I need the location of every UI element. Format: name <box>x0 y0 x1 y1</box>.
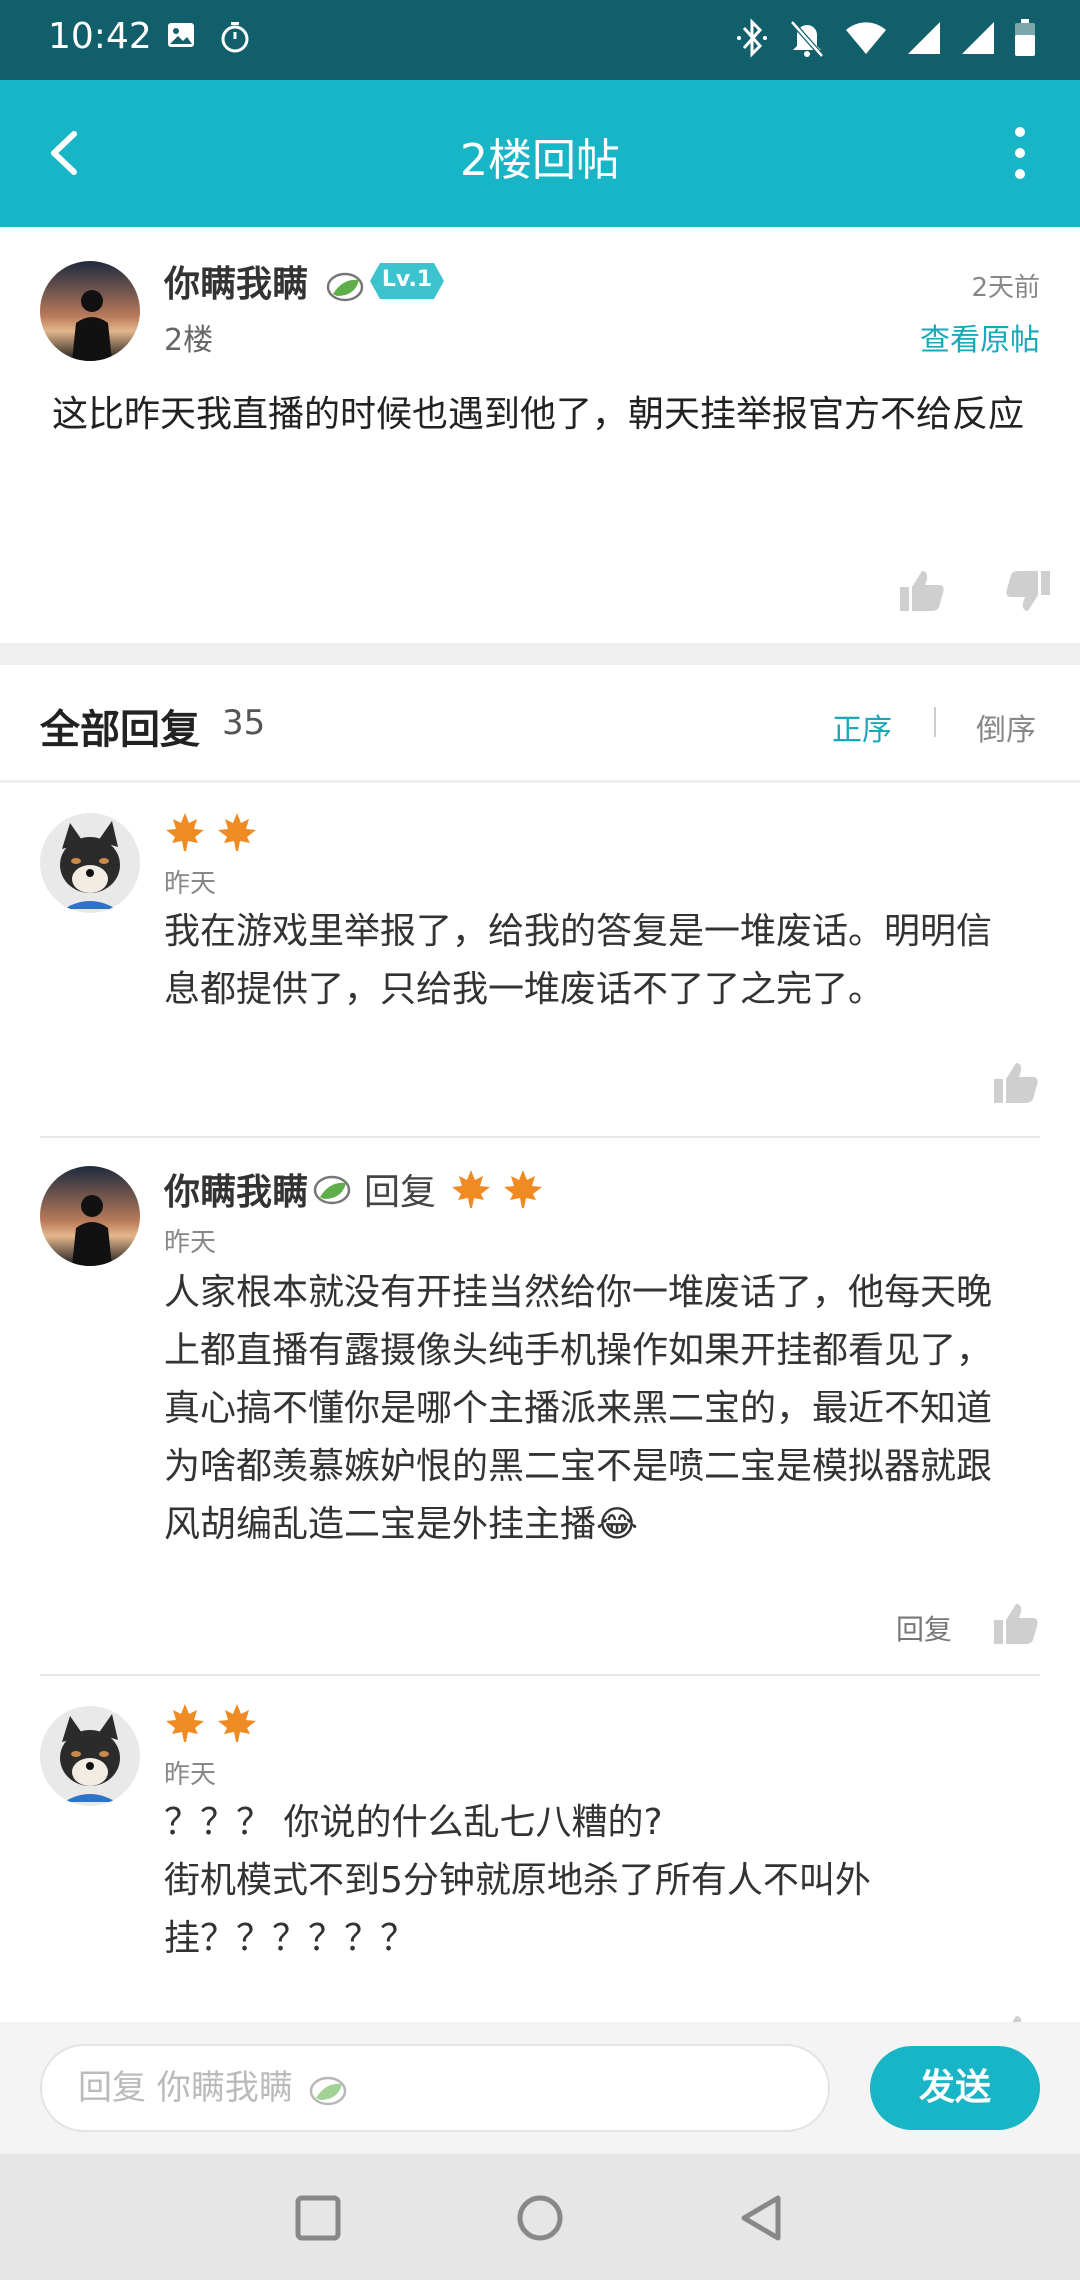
reply-input-bar: 回复 你瞒我瞒 发送 <box>0 2022 1080 2154</box>
square-icon <box>295 2195 341 2241</box>
status-bar: 10:42 <box>0 0 1080 80</box>
thumb-up-icon <box>994 1604 1038 1644</box>
floor-number: 2楼 <box>164 323 214 358</box>
reply-item: 昨天 ？？？ 你说的什么乱七八糟的? 街机模式不到5分钟就原地杀了所有人不叫外挂… <box>0 1676 1080 2022</box>
wifi-icon <box>846 22 886 54</box>
reply-author-row: 你瞒我瞒 回复 <box>164 1164 554 1214</box>
shiba-dog-avatar <box>40 813 140 913</box>
more-vertical-icon <box>1015 127 1025 179</box>
avatar[interactable] <box>40 813 140 913</box>
sort-ascending-tab[interactable]: 正序 <box>832 705 892 749</box>
shiba-dog-avatar <box>40 1706 140 1806</box>
reply-item: 你瞒我瞒 回复 昨天 人家根本就没有开挂当然给你一堆废话了，他每天晚上都直播有露… <box>0 1138 1080 1676</box>
reply-time: 昨天 <box>164 869 217 899</box>
reply-body: ？？？ 你说的什么乱七八糟的? 街机模式不到5分钟就原地杀了所有人不叫外挂？？？… <box>164 1794 924 1968</box>
signal-icon <box>908 22 940 54</box>
view-original-link[interactable]: 查看原帖 <box>920 315 1040 359</box>
maple-leaf-icon <box>218 813 256 851</box>
leaf-icon <box>313 1175 351 1205</box>
page-title: 2楼回帖 <box>460 135 620 186</box>
username[interactable]: 你瞒我瞒 <box>164 255 365 307</box>
reply-body-line: ？？？ 你说的什么乱七八糟的? <box>164 1802 663 1843</box>
timer-icon <box>221 22 249 53</box>
avatar[interactable] <box>40 1706 140 1806</box>
battery-icon <box>1015 19 1035 56</box>
thumb-up-icon <box>1012 2016 1022 2022</box>
recents-button[interactable] <box>290 2190 346 2246</box>
replies-title: 全部回复 <box>40 707 200 753</box>
sort-divider <box>934 707 936 737</box>
maple-leaf-icon <box>452 1170 491 1208</box>
level-text: Lv.1 <box>381 267 433 292</box>
status-time: 10:42 <box>48 16 152 57</box>
replies-header: 全部回复 35 正序 倒序 <box>0 665 1080 783</box>
like-button[interactable] <box>992 1600 1040 1648</box>
system-nav-bar <box>0 2154 1080 2280</box>
avatar[interactable] <box>40 261 140 361</box>
back-nav-button[interactable] <box>734 2190 790 2246</box>
avatar[interactable] <box>40 1166 140 1266</box>
leaf-icon <box>326 272 363 302</box>
thumb-up-icon <box>900 571 944 611</box>
app-header: 2楼回帖 <box>0 80 1080 227</box>
reply-button[interactable]: 回复 <box>896 1608 952 1648</box>
like-button[interactable] <box>992 2012 1040 2022</box>
thumb-up-icon <box>994 1063 1038 1103</box>
triangle-back-icon <box>741 2195 781 2241</box>
sort-descending-tab[interactable]: 倒序 <box>976 705 1036 749</box>
bell-off-icon <box>790 20 824 58</box>
maple-leaf-icon <box>218 1704 256 1742</box>
maple-leaf-icon <box>504 1170 543 1208</box>
reply-item: 昨天 我在游戏里举报了，给我的答复是一堆废话。明明信息都提供了，只给我一堆废话不… <box>0 783 1080 1138</box>
home-button[interactable] <box>512 2190 568 2246</box>
reply-input-placeholder: 回复 你瞒我瞒 <box>78 2068 293 2108</box>
send-button[interactable]: 发送 <box>870 2046 1040 2130</box>
reply-input[interactable]: 回复 你瞒我瞒 <box>40 2044 830 2132</box>
username[interactable]: 你瞒我瞒 <box>164 1163 308 1215</box>
reply-body: 人家根本就没有开挂当然给你一堆废话了，他每天晚上都直播有露摄像头纯手机操作如果开… <box>164 1272 993 1545</box>
sunset-silhouette-avatar <box>40 261 140 361</box>
reply-body-line: 街机模式不到5分钟就原地杀了所有人不叫外挂？？？？？？ <box>164 1860 871 1959</box>
leaf-icon <box>309 2076 346 2105</box>
reply-time: 昨天 <box>164 1228 217 1258</box>
bluetooth-icon <box>737 18 767 58</box>
sunset-silhouette-avatar <box>40 1166 140 1266</box>
floor-post: 你瞒我瞒 Lv.1 2楼 2天前 查看原帖 这比昨天我直播的时候也遇到他了，朝天… <box>0 227 1080 643</box>
maple-leaf-icon <box>166 1704 204 1742</box>
signal-icon <box>962 22 994 54</box>
maple-leaf-icon <box>166 813 204 851</box>
dislike-button[interactable] <box>1004 567 1052 615</box>
username-text: 你瞒我瞒 <box>164 264 309 305</box>
reply-time: 昨天 <box>164 1760 217 1790</box>
reply-to-label: 回复 <box>364 1172 437 1213</box>
like-button[interactable] <box>992 1059 1040 1107</box>
replies-count: 35 <box>222 703 266 743</box>
section-divider <box>0 643 1080 665</box>
post-time: 2天前 <box>971 273 1040 303</box>
reply-author-row <box>164 1698 268 1748</box>
level-badge: Lv.1 <box>370 263 444 299</box>
reply-body: 我在游戏里举报了，给我的答复是一堆废话。明明信息都提供了，只给我一堆废话不了了之… <box>164 911 993 1010</box>
more-options-button[interactable] <box>990 118 1050 188</box>
image-icon <box>168 23 194 47</box>
like-button[interactable] <box>898 567 946 615</box>
reply-author-row <box>164 807 268 857</box>
circle-icon <box>517 2195 563 2241</box>
thumb-down-icon <box>1006 571 1050 611</box>
post-body: 这比昨天我直播的时候也遇到他了，朝天挂举报官方不给反应 <box>52 394 1025 435</box>
